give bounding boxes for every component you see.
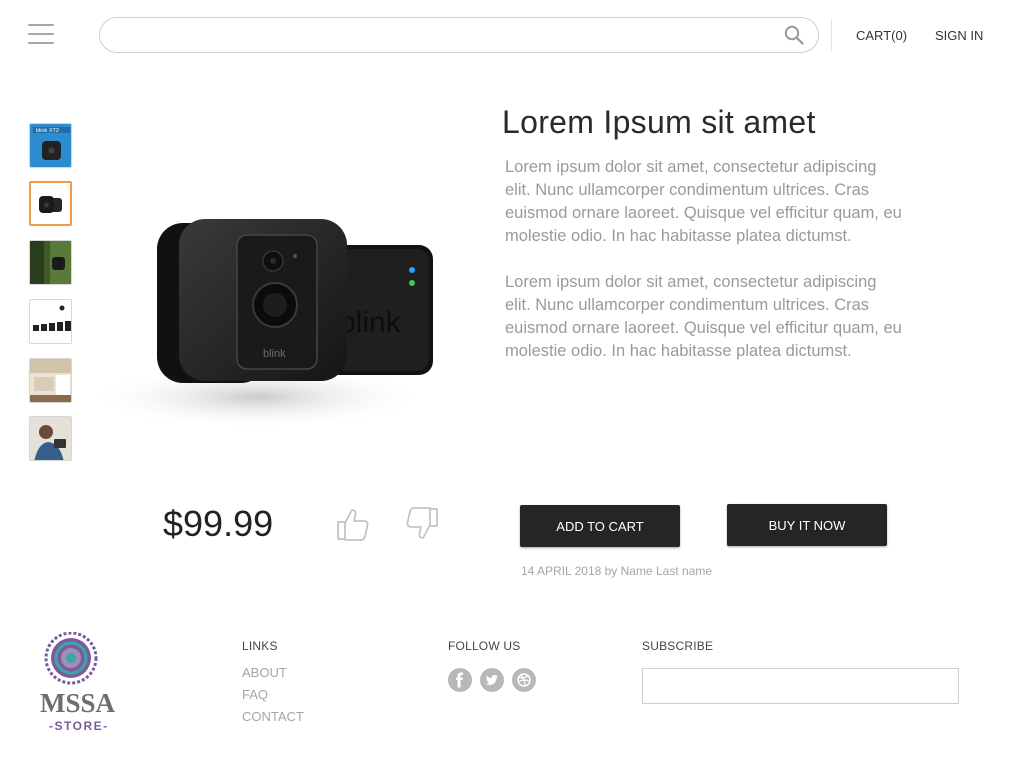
logo-text: MSSA [40,688,116,718]
thumbnail-3[interactable] [29,240,72,285]
subscribe-input[interactable] [642,668,959,704]
product-price: $99.99 [163,503,274,544]
thumbnail-5[interactable] [29,358,72,403]
about-link[interactable]: ABOUT [242,665,287,680]
dribbble-icon[interactable] [512,668,536,692]
buy-now-button[interactable]: BUY IT NOW [727,504,887,546]
cart-link[interactable]: CART(0) [856,28,907,43]
thumbnail-6[interactable] [29,416,72,461]
add-to-cart-button[interactable]: ADD TO CART [520,505,680,547]
search-input[interactable] [116,24,760,48]
product-image: blink blink [87,197,447,437]
logo-subtext: -STORE- [49,719,109,733]
product-description-1: Lorem ipsum dolor sit amet, consectetur … [505,158,902,245]
subscribe-heading: SUBSCRIBE [642,639,714,653]
links-heading: LINKS [242,639,278,653]
thumbnail-2[interactable] [29,181,72,226]
facebook-icon[interactable] [448,668,472,692]
thumbs-down-icon[interactable] [404,506,440,542]
thumbnail-4[interactable] [29,299,72,344]
follow-heading: FOLLOW US [448,639,521,653]
product-camera-brand: blink [263,348,286,360]
product-description-2: Lorem ipsum dolor sit amet, consectetur … [505,273,902,360]
faq-link[interactable]: FAQ [242,687,268,702]
contact-link[interactable]: CONTACT [242,709,304,724]
product-title: Lorem Ipsum sit amet [502,104,816,140]
store-logo: MSSA -STORE- [38,631,128,737]
thumbnail-1[interactable]: blink XT2 [29,123,72,168]
header-divider [831,19,832,51]
thumbs-up-icon[interactable] [335,506,371,542]
menu-icon[interactable] [28,24,54,46]
product-brand-text: blink [339,306,402,339]
thumbnail-1-label: blink XT2 [36,128,59,134]
twitter-icon[interactable] [480,668,504,692]
post-meta: 14 APRIL 2018 by Name Last name [521,564,713,578]
sign-in-link[interactable]: SIGN IN [935,28,983,43]
search-icon[interactable] [784,25,804,45]
search-bar [99,17,819,53]
